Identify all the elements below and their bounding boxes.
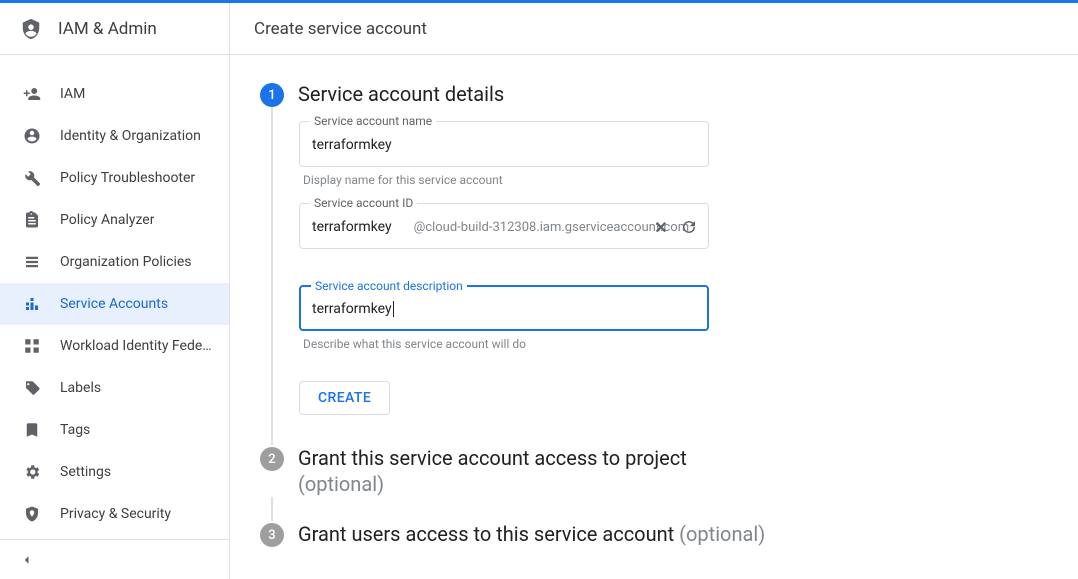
sidebar-item-label: Tags [60,422,90,438]
page-header: Create service account [230,3,1078,55]
service-account-id-input[interactable]: Service account ID terraformkey @cloud-b… [299,203,709,249]
create-button[interactable]: CREATE [299,381,390,415]
sidebar-item-analyzer[interactable]: Policy Analyzer [0,199,229,241]
person-add-icon [22,84,42,104]
shield-icon [20,16,42,42]
step-2-title: Grant this service account access to pro… [298,445,687,497]
sidebar-item-tags[interactable]: Tags [0,409,229,451]
sidebar-item-privacy[interactable]: Privacy & Security [0,493,229,535]
sidebar-item-org-policies[interactable]: Organization Policies [0,241,229,283]
field-value: terraformkey [312,137,392,153]
service-account-name-field: Service account name terraformkey Displa… [299,121,731,187]
tag-icon [22,378,42,398]
sidebar: IAM & Admin IAM Identity & Organization … [0,3,230,579]
service-account-description-input[interactable]: Service account description terraformkey [299,285,709,331]
step-2-content [271,497,731,521]
bookmark-icon [22,420,42,440]
step-1-title: Service account details [298,81,504,107]
collapse-sidebar-button[interactable] [0,539,229,579]
list-icon [22,252,42,272]
field-label: Service account name [310,114,436,128]
sidebar-item-identity[interactable]: Identity & Organization [0,115,229,157]
step-1-marker: 1 [260,83,284,107]
step-2-header[interactable]: 2 Grant this service account access to p… [260,445,1048,497]
field-helper: Display name for this service account [303,173,731,187]
field-helper [303,255,731,269]
sidebar-item-troubleshooter[interactable]: Policy Troubleshooter [0,157,229,199]
refresh-icon[interactable] [680,218,698,236]
field-value: terraformkey [312,219,392,235]
workload-icon [22,336,42,356]
sidebar-item-label: Policy Troubleshooter [60,170,195,186]
field-label: Service account description [311,279,467,293]
sidebar-item-label: Policy Analyzer [60,212,154,228]
sidebar-item-label: Workload Identity Federat… [60,338,213,354]
step-1-content: Service account name terraformkey Displa… [271,107,731,445]
gear-icon [22,462,42,482]
step-1-header: 1 Service account details [260,81,1048,107]
service-account-id-field: Service account ID terraformkey @cloud-b… [299,203,731,269]
chevron-left-icon [18,551,36,569]
step-3-header[interactable]: 3 Grant users access to this service acc… [260,521,1048,547]
sidebar-item-label: Service Accounts [60,296,168,312]
sidebar-item-label: Labels [60,380,101,396]
sidebar-item-label: IAM [60,86,85,102]
account-id-suffix: @cloud-build-312308.iam.gserviceaccount.… [414,220,690,235]
sidebar-item-label: Organization Policies [60,254,192,270]
field-helper: Describe what this service account will … [303,337,731,351]
sidebar-item-workload[interactable]: Workload Identity Federat… [0,325,229,367]
page-title: Create service account [254,19,427,39]
wrench-icon [22,168,42,188]
clear-icon[interactable]: ✕ [652,218,670,236]
sidebar-item-iam[interactable]: IAM [0,73,229,115]
step-3-marker: 3 [260,523,284,547]
service-account-description-field: Service account description terraformkey… [299,285,731,351]
sidebar-nav[interactable]: IAM Identity & Organization Policy Troub… [0,55,229,539]
main: Create service account 1 Service account… [230,3,1078,579]
field-label: Service account ID [310,196,417,210]
field-value: terraformkey [312,301,394,317]
service-account-icon [22,294,42,314]
main-body[interactable]: 1 Service account details Service accoun… [230,55,1078,579]
account-circle-icon [22,126,42,146]
step-3-title: Grant users access to this service accou… [298,521,765,547]
shield-marker-icon [22,504,42,524]
sidebar-item-settings[interactable]: Settings [0,451,229,493]
product-header: IAM & Admin [0,3,229,55]
sidebar-item-labels[interactable]: Labels [0,367,229,409]
sidebar-item-service-accounts[interactable]: Service Accounts [0,283,229,325]
clipboard-icon [22,210,42,230]
sidebar-item-label: Identity & Organization [60,128,201,144]
product-title: IAM & Admin [58,19,157,39]
sidebar-item-label: Settings [60,464,111,480]
step-2-marker: 2 [260,447,284,471]
sidebar-item-label: Privacy & Security [60,506,171,522]
service-account-name-input[interactable]: Service account name terraformkey [299,121,709,167]
